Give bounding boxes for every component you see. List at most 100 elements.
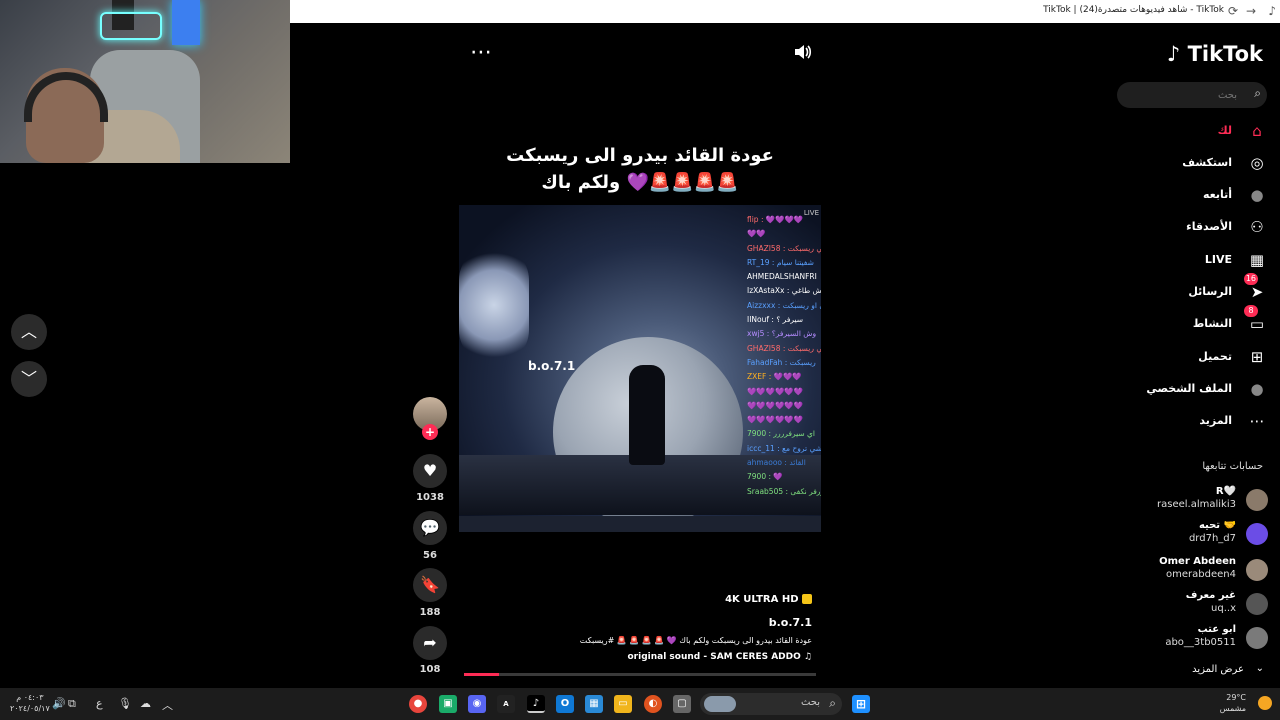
sidebar-nav-item[interactable]: ▭ النشاط 8 (1148, 305, 1268, 339)
account-name: Omer Abdeen (1159, 556, 1236, 567)
store-icon[interactable]: ▦ (585, 695, 603, 713)
comment-button[interactable]: 💬 (413, 511, 447, 545)
tiktok-icon: ♪ (1268, 4, 1276, 18)
search-icon[interactable]: ⌕ (1254, 86, 1261, 101)
avatar (1246, 593, 1268, 615)
app-green-icon[interactable]: ▣ (439, 695, 457, 713)
chat-line: GHAZI58 : نبي ريسبكت (747, 243, 821, 253)
sidebar-nav-item[interactable]: ◎ استكشف (1148, 150, 1268, 178)
video-caption-overlay: عودة القائد بيدرو الى ريسبكت ولكم باك 💜🚨… (460, 142, 820, 196)
sidebar-nav-item[interactable]: ● الملف الشخصي (1146, 376, 1268, 404)
chat-line: IINouf : سيرفر ؟ (747, 315, 804, 325)
avatar (1246, 559, 1268, 581)
tiktok-app-icon[interactable]: ♪ (527, 695, 545, 713)
sidebar-nav-label: استكشف (1182, 156, 1232, 169)
sidebar-nav-label: تحميل (1198, 350, 1232, 363)
chat-line: Sraab505 : ررفر نكفى (747, 486, 821, 496)
taskbar-clock[interactable]: ٠٤:٠٣ م ٢٠٢٤/٠٥/١٧ (10, 692, 50, 714)
account-name: تحيه 🤝 (1198, 520, 1236, 531)
sidebar-nav-item[interactable]: ⋯ المزيد (1148, 408, 1268, 436)
followed-account[interactable]: R🤍 raseel.almaliki3 (1138, 484, 1268, 516)
video-more-button[interactable]: ⋯ (470, 40, 493, 65)
microphone-icon[interactable]: 🎙 (118, 697, 132, 710)
language-indicator[interactable]: ع (96, 697, 103, 710)
sidebar-nav-item[interactable]: ⊞ تحميل (1148, 344, 1268, 372)
video-progress-bar[interactable] (464, 673, 816, 676)
chat-line: flip : 💜💜💜💜 (747, 215, 804, 224)
sound-link[interactable]: original sound - SAM CERES ADDO ♫ (628, 652, 813, 662)
sidebar-nav-item[interactable]: ⌂ لك (1148, 118, 1268, 146)
bookmark-icon: 🔖 (420, 575, 440, 594)
outlook-icon[interactable]: O (556, 695, 574, 713)
search-box[interactable]: ⌕ (1117, 82, 1267, 108)
sidebar-nav-label: النشاط (1192, 317, 1232, 330)
weather-widget[interactable]: 29°C مشمس (1220, 692, 1246, 714)
chat-line: 💜💜💜💜💜💜 (747, 400, 804, 410)
speaker-icon (795, 45, 812, 59)
chrome-icon[interactable]: ● (409, 695, 427, 713)
browser-orange-icon[interactable]: ◐ (644, 695, 662, 713)
music-note-icon: ♫ (803, 652, 812, 662)
arrow-forward-icon[interactable]: → (1246, 4, 1256, 18)
followed-account[interactable]: ابو عتب abo__3tb0511 (1138, 622, 1268, 654)
compass-icon: ◎ (1250, 154, 1264, 172)
weather-temp: 29°C (1226, 693, 1246, 702)
sidebar-nav-item[interactable]: ⚇ الأصدقاء (1148, 214, 1268, 242)
video-player[interactable]: b.o.7.1 LIVE flip : 💜💜💜💜💜💜GHAZI58 : نبي … (459, 205, 821, 532)
reload-icon[interactable]: ⟳ (1228, 4, 1238, 18)
follow-button[interactable]: + (422, 424, 438, 440)
sidebar-nav-item[interactable]: ● أتابعه (1148, 182, 1268, 210)
account-handle: uq..x (1211, 603, 1236, 614)
window-icon[interactable]: ▢ (673, 695, 691, 713)
account-handle: drd7h_d7 (1188, 533, 1236, 544)
windows-start-icon[interactable]: ⊞ (852, 695, 870, 713)
chevron-up-icon[interactable]: ︿ (162, 697, 173, 713)
window-title: TikTok | شاهد فيديوهات متصدرة(24) - TikT… (1043, 5, 1224, 15)
followed-account[interactable]: Omer Abdeen omerabdeen4 (1138, 554, 1268, 586)
following-avatar-icon: ● (1250, 186, 1264, 204)
followed-account[interactable]: تحيه 🤝 drd7h_d7 (1138, 518, 1268, 550)
bookmark-button[interactable]: 🔖 (413, 568, 447, 602)
windows-taskbar: ٠٤:٠٣ م ٢٠٢٤/٠٥/١٧ 🔊 ⧉ ع 🎙 ☁ ︿ ● ▣ ◉ A ♪… (0, 688, 1280, 720)
share-button[interactable]: ➦ (413, 626, 447, 660)
search-icon: ⌕ (829, 696, 836, 710)
network-icon[interactable]: ⧉ (68, 697, 76, 711)
video-scene-tree (459, 245, 529, 365)
avatar (1246, 489, 1268, 511)
chevron-down-icon[interactable]: ⌄ (1256, 663, 1264, 674)
quality-badge-text: 4K ULTRA HD (725, 594, 799, 605)
sidebar-nav-label: المزيد (1199, 414, 1232, 427)
webcam-overlay (0, 0, 290, 163)
previous-video-button[interactable]: ︿ (11, 314, 47, 350)
next-video-button[interactable]: ﹀ (11, 361, 47, 397)
taskbar-search[interactable]: بحث ⌕ (700, 693, 842, 715)
logo-text: TikTok (1187, 42, 1263, 66)
comment-count: 56 (423, 550, 437, 561)
share-count: 108 (419, 664, 441, 675)
like-button[interactable]: ♥ (413, 454, 447, 488)
sidebar-nav-item[interactable]: ➤ الرسائل 16 (1148, 273, 1268, 307)
volume-button[interactable] (793, 42, 815, 62)
account-handle: omerabdeen4 (1166, 569, 1236, 580)
speaker-icon[interactable]: 🔊 (52, 697, 66, 710)
show-more-link[interactable]: عرض المزيد (1192, 664, 1244, 675)
search-input[interactable] (1127, 86, 1237, 104)
cloud-icon[interactable]: ☁ (140, 697, 151, 710)
caption-line: عودة القائد بيدرو الى ريسبكت (506, 145, 774, 166)
chat-line: 💜💜💜💜💜💜 (747, 415, 804, 425)
sun-icon (1258, 696, 1272, 710)
clock-date: ٢٠٢٤/٠٥/١٧ (10, 704, 50, 713)
app-dark-icon[interactable]: A (497, 695, 515, 713)
tiktok-logo[interactable]: ♪ TikTok (1167, 42, 1263, 66)
sound-name: original sound - SAM CERES ADDO (627, 652, 801, 662)
folder-icon[interactable]: ▭ (614, 695, 632, 713)
video-description: عودة القائد بيدرو الى ريسبكت ولكم باك 💜 … (579, 636, 812, 645)
video-scene-person (629, 365, 665, 465)
followed-account[interactable]: غير معرف uq..x (1138, 588, 1268, 620)
sidebar-nav-label: الملف الشخصي (1146, 382, 1232, 395)
author-name[interactable]: b.o.7.1 (769, 616, 812, 629)
discord-icon[interactable]: ◉ (468, 695, 486, 713)
upload-icon: ⊞ (1250, 348, 1264, 366)
chat-line: iccc_11 : شي تروح مع (747, 443, 821, 453)
sidebar-nav-item[interactable]: ▦ LIVE (1148, 247, 1268, 275)
